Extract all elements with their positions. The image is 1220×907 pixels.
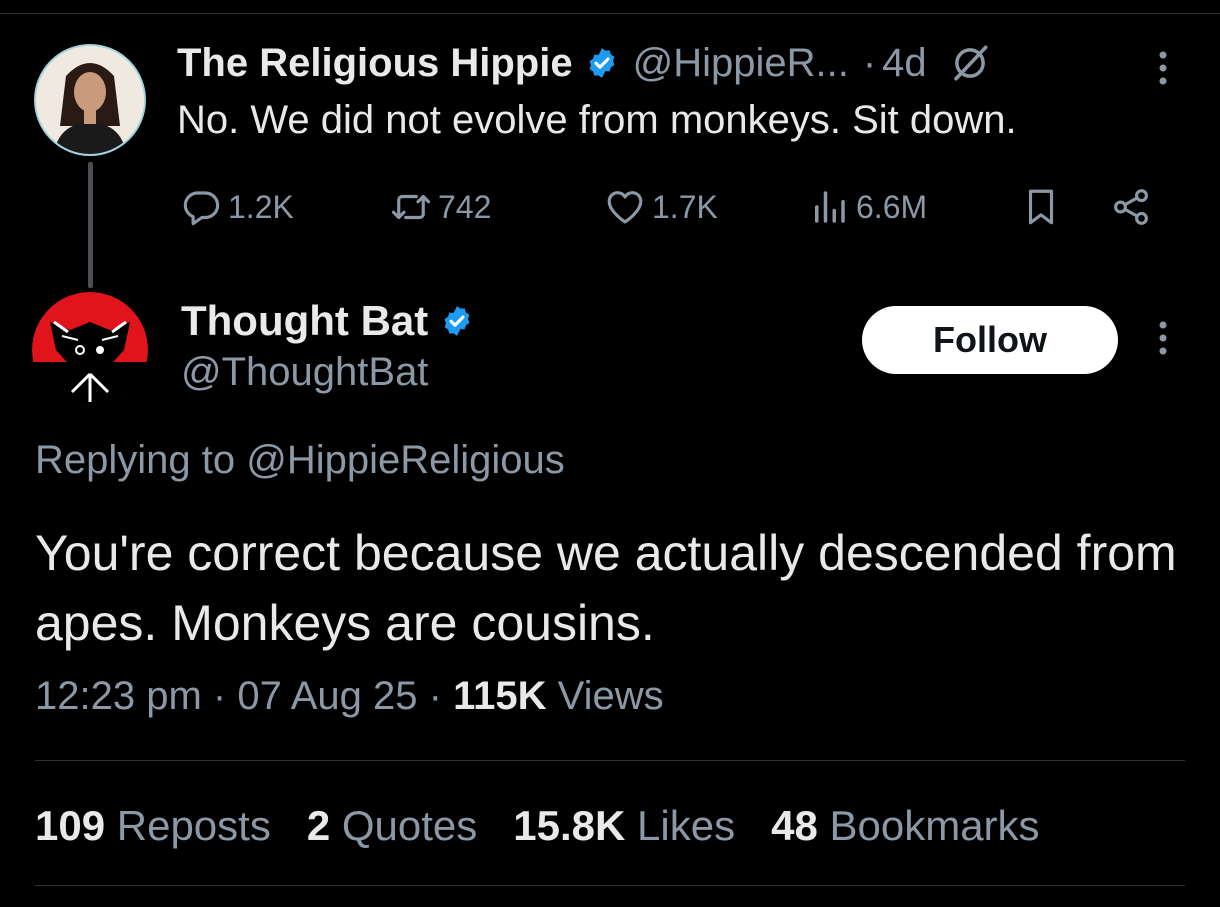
reposts-stat[interactable]: 109 Reposts — [35, 802, 271, 849]
share-icon — [1114, 189, 1148, 225]
verified-badge-icon — [589, 48, 615, 78]
parent-author-name[interactable]: The Religious Hippie — [177, 41, 573, 86]
share-button[interactable] — [1110, 180, 1158, 234]
reply-button[interactable]: 1.2K — [180, 180, 294, 234]
engagement-stats: 109 Reposts 2 Quotes 15.8K Likes 48 Bookmar… — [35, 802, 1040, 850]
views-button[interactable]: 6.6M — [808, 180, 927, 234]
quotes-count: 2 — [306, 802, 331, 849]
views-label: Views — [557, 674, 664, 718]
main-tweet-text: You're correct because we actually desce… — [35, 525, 1177, 651]
reply-count: 1.2K — [228, 188, 294, 225]
parent-author-handle[interactable]: @HippieR... — [633, 41, 849, 86]
separator-dot: · — [862, 40, 877, 85]
repost-count: 742 — [438, 188, 492, 225]
quotes-stat[interactable]: 2 Quotes — [307, 802, 477, 849]
top-divider — [0, 13, 1220, 14]
repost-button[interactable]: 742 — [390, 180, 491, 234]
stats-bottom-divider — [35, 885, 1185, 886]
likes-label: Likes — [637, 802, 736, 849]
main-more-options-icon[interactable] — [1150, 318, 1176, 358]
reposts-label: Reposts — [116, 802, 271, 849]
bookmark-button[interactable] — [1020, 180, 1068, 234]
verified-badge-icon — [444, 306, 470, 336]
parent-tweet-actions: 1.2K 742 1.7K 6.6M — [180, 180, 1160, 234]
views-total: 115K — [453, 674, 547, 718]
follow-button[interactable]: Follow — [862, 306, 1118, 374]
quotes-label: Quotes — [341, 802, 478, 849]
bookmarks-label: Bookmarks — [829, 802, 1040, 849]
replying-to-label[interactable]: Replying to @HippieReligious — [35, 438, 565, 483]
main-author-avatar[interactable] — [32, 292, 148, 408]
main-author-name-row: Thought Bat — [181, 295, 474, 347]
like-button[interactable]: 1.7K — [604, 180, 718, 234]
bookmarks-stat[interactable]: 48 Bookmarks — [771, 802, 1039, 849]
grok-icon[interactable] — [949, 42, 991, 84]
parent-tweet-text: No. We did not evolve from monkeys. Sit … — [177, 98, 1017, 142]
main-author-name[interactable]: Thought Bat — [181, 297, 428, 345]
likes-count: 15.8K — [513, 802, 626, 849]
parent-tweet-header: The Religious Hippie @HippieR... · 4d — [177, 38, 991, 88]
tweet-metadata: 12:23 pm · 07 Aug 25 · 115K Views — [35, 674, 664, 719]
likes-stat[interactable]: 15.8K Likes — [513, 802, 735, 849]
parent-author-avatar[interactable] — [34, 44, 146, 156]
stats-top-divider — [35, 760, 1185, 761]
tweet-date[interactable]: 07 Aug 25 — [237, 674, 417, 718]
separator-dot: · — [428, 674, 454, 718]
reposts-count: 109 — [35, 802, 106, 849]
bookmark-icon — [1028, 189, 1054, 225]
views-count: 6.6M — [856, 188, 928, 225]
bookmarks-count: 48 — [771, 802, 818, 849]
heart-icon — [607, 191, 643, 224]
parent-more-options-icon[interactable] — [1150, 48, 1176, 88]
thread-connector-line — [88, 162, 93, 288]
main-author-handle[interactable]: @ThoughtBat — [181, 350, 428, 395]
repost-icon — [391, 194, 431, 220]
analytics-icon — [815, 191, 845, 223]
parent-avatar-image — [36, 46, 144, 154]
tweet-time[interactable]: 12:23 pm — [35, 674, 202, 718]
reply-icon — [183, 191, 220, 226]
separator-dot: · — [212, 674, 238, 718]
like-count: 1.7K — [652, 188, 718, 225]
thoughtbat-logo-icon — [32, 292, 148, 408]
parent-tweet-time[interactable]: 4d — [882, 41, 927, 86]
